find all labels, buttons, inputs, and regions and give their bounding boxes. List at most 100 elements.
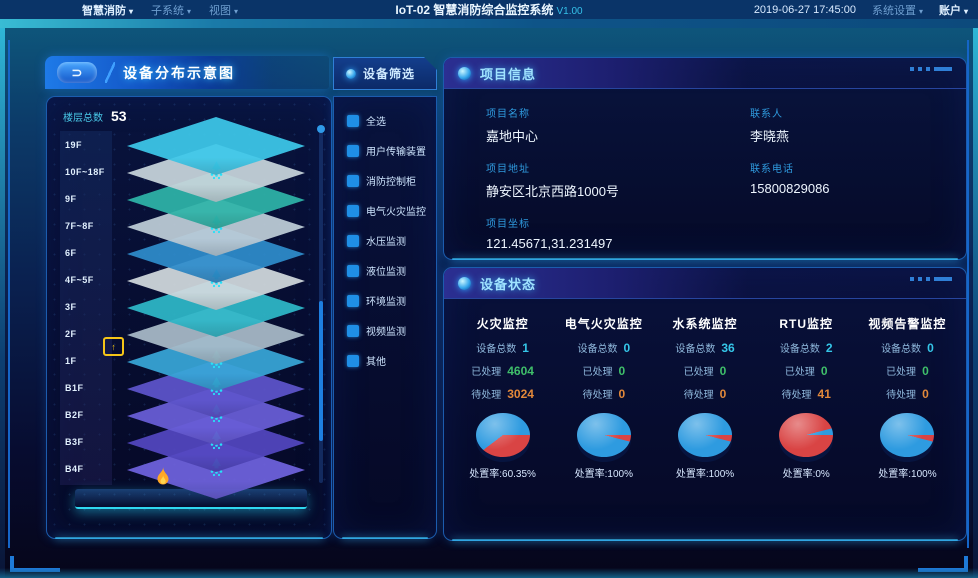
project-info-panel: 项目信息 项目名称 嘉地中心 联系人 李晓燕 项目地址 静安区北京西路1000号 bbox=[443, 57, 967, 260]
fire-alarm-icon bbox=[155, 467, 171, 487]
datetime: 2019-06-27 17:45:00 bbox=[754, 4, 856, 16]
status-metric-row: 设备总数1 bbox=[452, 340, 553, 355]
status-metric-row: 待处理 0 bbox=[857, 386, 958, 401]
device-filter-panel: 全选用户传输装置消防控制柜电气火灾监控水压监测液位监测环境监测视频监测其他 bbox=[333, 96, 437, 539]
menu-account-label: 账户 bbox=[939, 5, 961, 17]
floor-total: 楼层总数 53 bbox=[63, 108, 127, 124]
orb-icon bbox=[458, 277, 471, 290]
metric-value: 3024 bbox=[507, 387, 534, 401]
field-empty bbox=[750, 215, 966, 251]
status-column-title: 电气火灾监控 bbox=[553, 315, 654, 332]
checkbox-icon bbox=[347, 145, 359, 157]
filter-checkbox-item[interactable]: 其他 bbox=[347, 353, 436, 368]
menu-account[interactable]: 账户▾ bbox=[939, 2, 968, 18]
header-slash-deco bbox=[105, 62, 115, 83]
metric-value: 0 bbox=[618, 364, 625, 378]
status-column: 水系统监控设备总数36已处理0待处理0处置率:100% bbox=[654, 309, 755, 480]
filter-checkbox-item[interactable]: 电气火灾监控 bbox=[347, 203, 436, 218]
menu-subsystem[interactable]: 子系统▾ bbox=[151, 2, 191, 18]
menu-smart-fire-label: 智慧消防 bbox=[82, 5, 126, 17]
status-metric-row: 设备总数36 bbox=[654, 340, 755, 355]
metric-value: 0 bbox=[922, 387, 929, 401]
filter-item-label: 视频监测 bbox=[366, 323, 406, 338]
field-value: 15800829086 bbox=[750, 181, 966, 196]
status-column: 电气火灾监控设备总数0已处理0待处理0处置率:100% bbox=[553, 309, 654, 480]
building-base-platform bbox=[75, 489, 307, 509]
metric-value: 0 bbox=[720, 387, 727, 401]
metric-value: 2 bbox=[826, 341, 833, 355]
floor-label: 1F bbox=[65, 356, 77, 366]
device-distribution-title: 设备分布示意图 bbox=[123, 63, 235, 83]
metric-label: 设备总数 bbox=[780, 340, 820, 355]
device-filter-tab[interactable]: 设备筛选 bbox=[333, 57, 437, 90]
filter-checkbox-item[interactable]: 液位监测 bbox=[347, 263, 436, 278]
metric-value: 41 bbox=[818, 387, 831, 401]
filter-item-label: 水压监测 bbox=[366, 233, 406, 248]
device-status-title: 设备状态 bbox=[480, 274, 536, 293]
chevron-down-icon: ▾ bbox=[919, 7, 923, 16]
header-dashes-deco bbox=[910, 67, 952, 71]
building-distribution-panel: 楼层总数 53 19F10F~18F 9F7F~8F 6F4F~5F 3F2F1… bbox=[46, 96, 332, 539]
project-info-row: 项目坐标 121.45671,31.231497 bbox=[486, 215, 966, 251]
right-edge-bar bbox=[973, 28, 978, 578]
status-columns: 火灾监控设备总数1已处理4604待处理3024处置率:60.35%电气火灾监控设… bbox=[444, 299, 966, 480]
floor-total-value: 53 bbox=[111, 108, 127, 124]
project-info-row: 项目名称 嘉地中心 联系人 李晓燕 bbox=[486, 105, 966, 145]
menu-view[interactable]: 视图▾ bbox=[209, 2, 238, 18]
rate-pie-chart bbox=[678, 413, 732, 457]
status-metric-row: 待处理41 bbox=[756, 386, 857, 401]
filter-checkbox-item[interactable]: 全选 bbox=[347, 113, 436, 128]
metric-value: 0 bbox=[922, 364, 929, 378]
menu-smart-fire[interactable]: 智慧消防▾ bbox=[82, 2, 133, 18]
rate-label: 处置率:60.35% bbox=[452, 465, 553, 480]
floor-label: 6F bbox=[65, 248, 77, 258]
filter-checkbox-item[interactable]: 视频监测 bbox=[347, 323, 436, 338]
filter-checkbox-item[interactable]: 消防控制柜 bbox=[347, 173, 436, 188]
filter-checkbox-item[interactable]: 水压监测 bbox=[347, 233, 436, 248]
metric-value: 1 bbox=[522, 341, 529, 355]
floor-label: 2F bbox=[65, 329, 77, 339]
metric-label: 已处理 bbox=[785, 363, 815, 378]
metric-label: 已处理 bbox=[886, 363, 916, 378]
field-label: 联系电话 bbox=[750, 160, 966, 175]
panel-logo-icon[interactable]: ⊃ bbox=[57, 62, 97, 83]
filter-checkbox-item[interactable]: 环境监测 bbox=[347, 293, 436, 308]
filter-item-label: 用户传输装置 bbox=[366, 143, 426, 158]
metric-label: 待处理 bbox=[886, 386, 916, 401]
field-project-address: 项目地址 静安区北京西路1000号 bbox=[486, 160, 750, 200]
bottom-glow-strip bbox=[0, 568, 978, 578]
menu-system-settings[interactable]: 系统设置▾ bbox=[872, 2, 923, 18]
metric-label: 已处理 bbox=[471, 363, 501, 378]
header-accent-strip bbox=[0, 19, 978, 28]
checkbox-icon bbox=[347, 295, 359, 307]
field-value: 121.45671,31.231497 bbox=[486, 236, 750, 251]
metric-value: 4604 bbox=[507, 364, 534, 378]
filter-item-label: 液位监测 bbox=[366, 263, 406, 278]
metric-value: 36 bbox=[721, 341, 734, 355]
floor-row[interactable]: 19F bbox=[47, 133, 331, 160]
rate-pie-chart bbox=[779, 413, 833, 457]
menu-view-label: 视图 bbox=[209, 5, 231, 17]
floor-label: 9F bbox=[65, 194, 77, 204]
dashboard-screen: 智慧消防▾ 子系统▾ 视图▾ IoT-02 智慧消防综合监控系统 V1.00 2… bbox=[0, 0, 978, 578]
status-metric-row: 待处理0 bbox=[553, 386, 654, 401]
checkbox-icon bbox=[347, 265, 359, 277]
checkbox-icon bbox=[347, 175, 359, 187]
metric-value: 0 bbox=[618, 387, 625, 401]
filter-item-label: 电气火灾监控 bbox=[366, 203, 426, 218]
status-metric-row: 已处理0 bbox=[654, 363, 755, 378]
status-column-title: 水系统监控 bbox=[654, 315, 755, 332]
device-distribution-header: ⊃ 设备分布示意图 bbox=[45, 56, 329, 89]
right-circuit-line bbox=[967, 40, 969, 548]
rate-label: 处置率:100% bbox=[654, 465, 755, 480]
filter-item-label: 环境监测 bbox=[366, 293, 406, 308]
rate-pie-chart bbox=[880, 413, 934, 457]
nav-right-menus: 2019-06-27 17:45:00 系统设置▾ 账户▾ bbox=[754, 2, 968, 18]
filter-checkbox-item[interactable]: 用户传输装置 bbox=[347, 143, 436, 158]
status-metric-row: 设备总数 2 bbox=[756, 340, 857, 355]
status-metric-row: 设备总数0 bbox=[553, 340, 654, 355]
rate-label: 处置率:0% bbox=[756, 465, 857, 480]
field-value: 静安区北京西路1000号 bbox=[486, 181, 750, 200]
field-contact-person: 联系人 李晓燕 bbox=[750, 105, 966, 145]
metric-value: 0 bbox=[720, 364, 727, 378]
